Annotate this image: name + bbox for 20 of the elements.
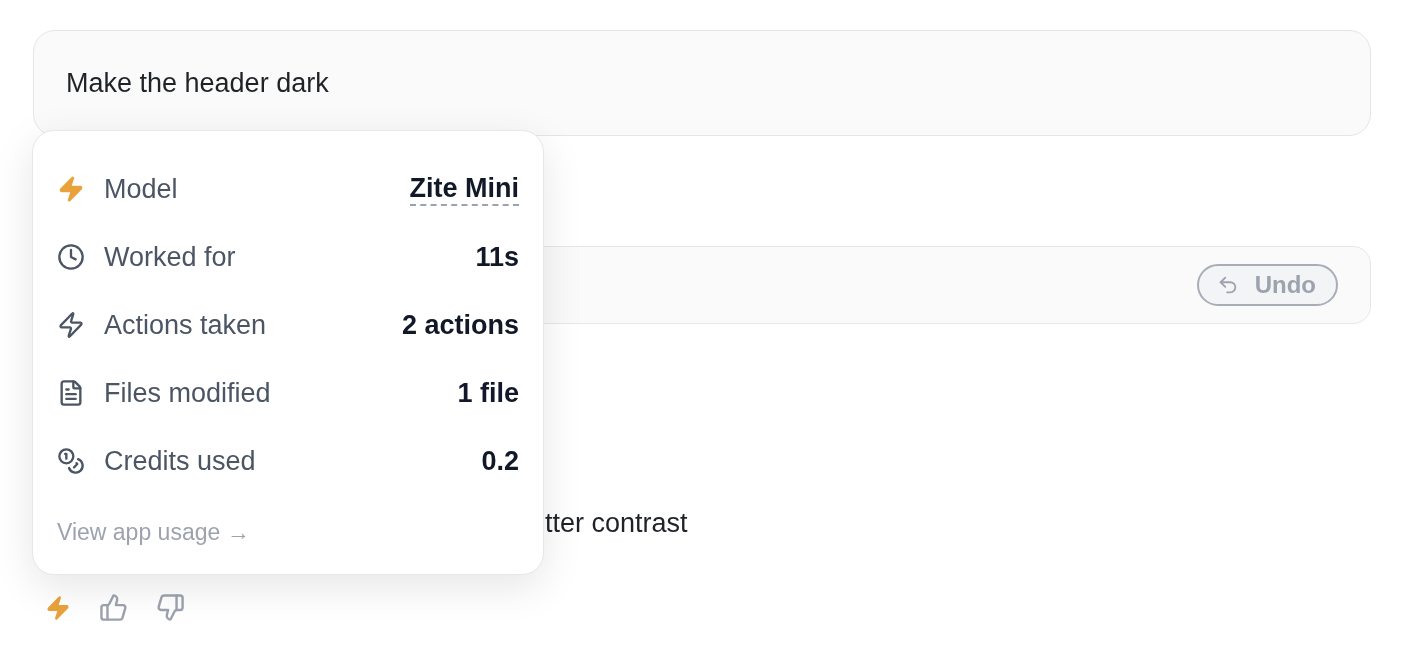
coins-icon xyxy=(57,447,85,475)
usage-value: 11s xyxy=(475,240,519,274)
view-usage-link[interactable]: View app usage → xyxy=(57,514,250,550)
response-text: tter contrast xyxy=(545,506,688,540)
usage-value: 1 file xyxy=(457,376,519,410)
lightning-icon xyxy=(57,311,85,339)
lightning-icon xyxy=(57,175,85,203)
usage-label: Worked for xyxy=(104,240,236,274)
lightning-icon[interactable] xyxy=(45,593,71,622)
usage-value: 2 actions xyxy=(401,308,519,342)
clock-icon xyxy=(57,243,85,271)
model-name[interactable]: Zite Mini xyxy=(409,172,519,206)
thumbs-down-icon[interactable] xyxy=(156,593,185,622)
usage-label: Credits used xyxy=(104,444,256,478)
usage-label: Files modified xyxy=(104,376,271,410)
usage-value: 0.2 xyxy=(481,444,519,478)
usage-label: Model xyxy=(104,172,178,206)
usage-label: Actions taken xyxy=(104,308,267,342)
message-text: Make the header dark xyxy=(66,66,329,100)
thumbs-up-icon[interactable] xyxy=(99,593,128,622)
